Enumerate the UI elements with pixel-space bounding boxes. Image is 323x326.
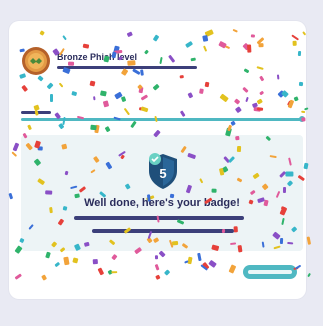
badge-number: 5 <box>159 166 166 181</box>
confetti-piece <box>306 273 311 279</box>
bronze-medal-icon <box>22 47 50 75</box>
progress-label-bar <box>21 111 51 114</box>
progress-track <box>21 118 303 121</box>
continue-button[interactable] <box>243 265 297 279</box>
badge-description-line-2 <box>92 229 234 233</box>
badge-message: Well done, here's your badge! <box>84 197 240 209</box>
shield-badge-icon: 5 <box>149 153 177 189</box>
level-subtitle-bar <box>57 66 197 69</box>
badge-description-line-1 <box>74 216 244 220</box>
progress-end-dot <box>299 116 305 122</box>
check-icon <box>149 153 161 165</box>
level-title: Bronze Phish level <box>57 52 138 62</box>
confetti-piece <box>306 236 312 245</box>
continue-button-label-bar <box>248 270 292 274</box>
level-header: Bronze Phish level <box>21 46 291 80</box>
